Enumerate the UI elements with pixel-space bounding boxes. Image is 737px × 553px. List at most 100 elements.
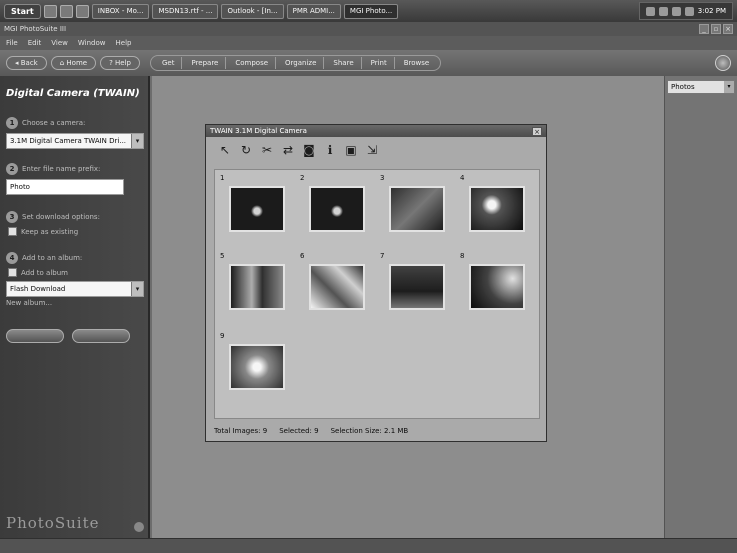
- menu-help[interactable]: Help: [116, 39, 132, 47]
- task-msdn[interactable]: MSDN13.rtf - ...: [152, 3, 219, 19]
- thumbnail-number: 1: [220, 174, 225, 182]
- sidebar: Digital Camera (TWAIN) 1 Choose a camera…: [0, 76, 150, 538]
- album-option-label: Add to album: [21, 268, 68, 277]
- step-4-badge: 4: [6, 252, 18, 264]
- tab-share[interactable]: Share: [326, 57, 362, 69]
- sidebar-action-button-1[interactable]: [6, 329, 64, 343]
- album-select[interactable]: Flash Download ▾: [6, 281, 144, 297]
- tab-prepare[interactable]: Prepare: [184, 57, 227, 69]
- photo-thumbnail[interactable]: [389, 186, 445, 232]
- new-album-link[interactable]: New album...: [6, 299, 142, 307]
- thumbnail-cell[interactable]: 5: [219, 252, 291, 324]
- thumbnail-cell[interactable]: 1: [219, 174, 291, 246]
- library-select[interactable]: Photos ▾: [667, 80, 735, 94]
- prefix-input[interactable]: Photo: [6, 179, 124, 195]
- download-option-checkbox[interactable]: [8, 227, 17, 236]
- home-button[interactable]: ⌂ Home: [50, 56, 97, 70]
- photo-thumbnail[interactable]: [309, 264, 365, 310]
- chevron-down-icon[interactable]: ▾: [131, 282, 143, 296]
- rotate-icon[interactable]: ↻: [237, 141, 255, 159]
- camera-select[interactable]: 3.1M Digital Camera TWAIN Dri... ▾: [6, 133, 144, 149]
- menu-bar: File Edit View Window Help: [0, 36, 737, 50]
- tab-organize[interactable]: Organize: [278, 57, 325, 69]
- menu-window[interactable]: Window: [78, 39, 106, 47]
- quicklaunch-desktop-icon[interactable]: [43, 4, 57, 18]
- photo-thumbnail[interactable]: [229, 186, 285, 232]
- photo-thumbnail[interactable]: [309, 186, 365, 232]
- system-tray: 3:02 PM: [638, 2, 733, 20]
- task-inbox[interactable]: INBOX - Mo...: [91, 3, 150, 19]
- sidebar-action-button-2[interactable]: [72, 329, 130, 343]
- help-button[interactable]: ? Help: [100, 56, 140, 70]
- step-2: 2 Enter file name prefix:: [6, 163, 142, 175]
- thumbnail-cell[interactable]: 7: [379, 252, 451, 324]
- selection-size-label: Selection Size: 2.1 MB: [330, 427, 409, 435]
- chevron-down-icon[interactable]: ▾: [131, 134, 143, 148]
- step-1-label: Choose a camera:: [22, 119, 86, 127]
- chevron-down-icon[interactable]: ▾: [724, 81, 734, 93]
- thumbnail-cell[interactable]: 2: [299, 174, 371, 246]
- tab-browse[interactable]: Browse: [397, 57, 437, 69]
- transfer-icon[interactable]: ⇄: [279, 141, 297, 159]
- pointer-icon[interactable]: ↖: [216, 141, 234, 159]
- photo-thumbnail[interactable]: [469, 264, 525, 310]
- back-button[interactable]: ◂ Back: [6, 56, 47, 70]
- dialog-status-bar: Total Images: 9 Selected: 9 Selection Si…: [214, 427, 408, 435]
- menu-file[interactable]: File: [6, 39, 18, 47]
- step-2-badge: 2: [6, 163, 18, 175]
- menu-view[interactable]: View: [51, 39, 68, 47]
- task-outlook[interactable]: Outlook - [In...: [221, 3, 284, 19]
- logo-orb-icon: [134, 522, 144, 532]
- photo-thumbnail[interactable]: [469, 186, 525, 232]
- thumbnail-cell[interactable]: 6: [299, 252, 371, 324]
- info-icon[interactable]: ℹ: [321, 141, 339, 159]
- thumbnail-grid: 1 2 3 4 5 6 7 8 9: [214, 169, 540, 419]
- thumbnail-number: 9: [220, 332, 225, 340]
- taskbar: Start INBOX - Mo... MSDN13.rtf - ... Out…: [0, 0, 737, 22]
- thumbnail-number: 3: [380, 174, 385, 182]
- dialog-title: TWAIN 3.1M Digital Camera: [210, 127, 307, 135]
- start-button[interactable]: Start: [4, 3, 41, 19]
- thumbnail-number: 8: [460, 252, 465, 260]
- tab-print[interactable]: Print: [364, 57, 395, 69]
- cut-icon[interactable]: ✂: [258, 141, 276, 159]
- thumbnail-cell[interactable]: 4: [459, 174, 531, 246]
- thumbnail-number: 2: [300, 174, 305, 182]
- quicklaunch-mail-icon[interactable]: [75, 4, 89, 18]
- select-icon[interactable]: ▣: [342, 141, 360, 159]
- tray-volume-icon[interactable]: [658, 6, 668, 16]
- thumbnail-cell[interactable]: 8: [459, 252, 531, 324]
- photo-thumbnail[interactable]: [229, 264, 285, 310]
- camera-select-value: 3.1M Digital Camera TWAIN Dri...: [10, 137, 127, 145]
- maximize-button[interactable]: ▫: [711, 24, 721, 34]
- thumbnail-cell[interactable]: 9: [219, 332, 291, 404]
- task-mgi-photo[interactable]: MGI Photo...: [343, 3, 399, 19]
- tab-compose[interactable]: Compose: [228, 57, 277, 69]
- quicklaunch-browser-icon[interactable]: [59, 4, 73, 18]
- tray-security-icon[interactable]: [684, 6, 694, 16]
- download-option-row[interactable]: Keep as existing: [8, 227, 142, 236]
- menu-edit[interactable]: Edit: [28, 39, 42, 47]
- tray-network-icon[interactable]: [645, 6, 655, 16]
- close-button[interactable]: ×: [723, 24, 733, 34]
- album-checkbox[interactable]: [8, 268, 17, 277]
- sidebar-buttons: [6, 329, 142, 343]
- album-option-row[interactable]: Add to album: [8, 268, 142, 277]
- twain-dialog: TWAIN 3.1M Digital Camera × ↖ ↻ ✂ ⇄ ◙ ℹ …: [205, 124, 547, 442]
- task-pmr-admin[interactable]: PMR ADMI...: [286, 3, 341, 19]
- thumbnail-number: 5: [220, 252, 225, 260]
- tray-app-icon[interactable]: [671, 6, 681, 16]
- thumbnail-number: 7: [380, 252, 385, 260]
- library-select-value: Photos: [671, 83, 695, 91]
- activity-tabs: Get Prepare Compose Organize Share Print…: [149, 55, 442, 71]
- window-titlebar: MGI PhotoSuite III _ ▫ ×: [0, 22, 737, 36]
- photo-thumbnail[interactable]: [389, 264, 445, 310]
- camera-icon[interactable]: ◙: [300, 141, 318, 159]
- download-icon[interactable]: ⇲: [363, 141, 381, 159]
- dialog-close-button[interactable]: ×: [532, 126, 542, 136]
- thumbnail-cell[interactable]: 3: [379, 174, 451, 246]
- help-orb-icon[interactable]: [715, 55, 731, 71]
- minimize-button[interactable]: _: [699, 24, 709, 34]
- photo-thumbnail[interactable]: [229, 344, 285, 390]
- tab-get[interactable]: Get: [155, 57, 183, 69]
